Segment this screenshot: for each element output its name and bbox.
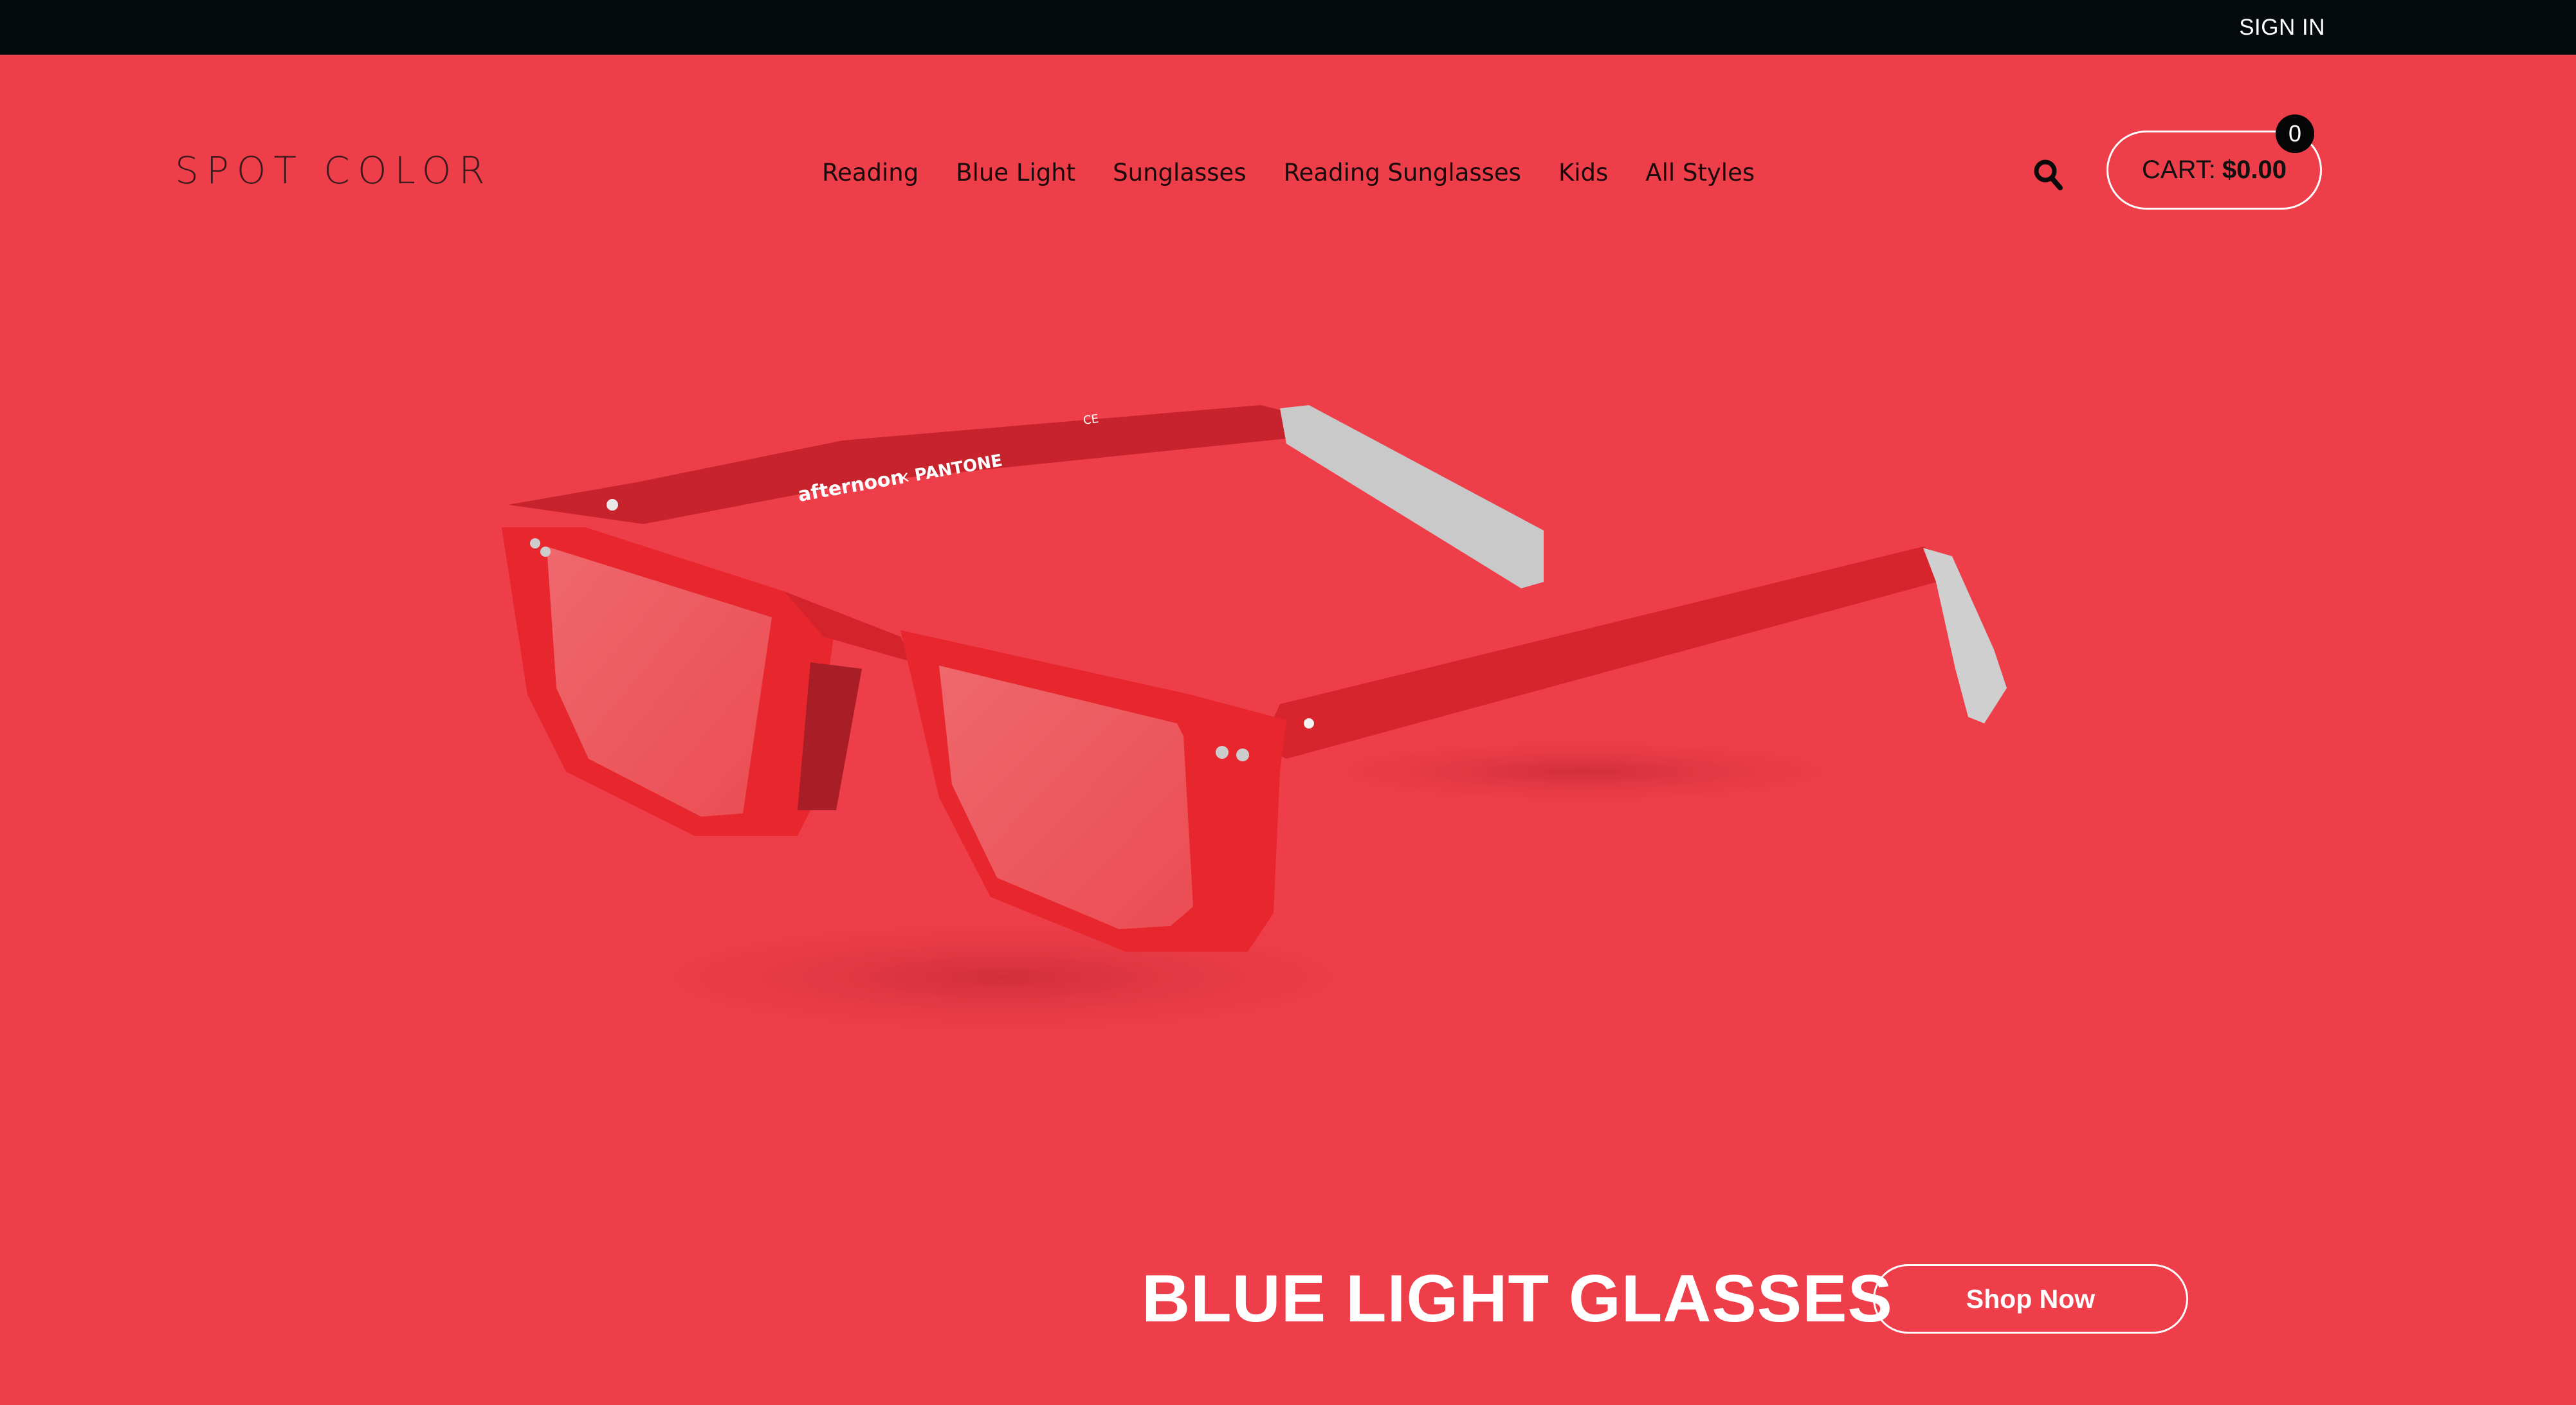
logo-text-end: LOR: [394, 149, 493, 192]
back-temple-tip: [1280, 405, 1544, 588]
nav-item-blue-light[interactable]: Blue Light: [956, 159, 1075, 186]
sign-in-link[interactable]: SIGN IN: [2239, 0, 2325, 55]
floor-shadow-temple: [1248, 733, 1917, 810]
hinge-stud: [607, 499, 618, 511]
logo-text-start: SPOT C: [175, 149, 358, 192]
nav-item-sunglasses[interactable]: Sunglasses: [1113, 159, 1246, 186]
front-temple-tip: [1923, 548, 2007, 723]
hinge-stud: [1216, 746, 1229, 759]
nav-item-reading[interactable]: Reading: [822, 159, 918, 186]
main-nav: Reading Blue Light Sunglasses Reading Su…: [822, 153, 1755, 192]
floor-shadow: [540, 907, 1466, 1048]
cart-count-badge: 0: [2276, 114, 2314, 153]
cart-total: $0.00: [2222, 156, 2287, 184]
top-utility-bar: SIGN IN: [0, 0, 2576, 55]
hinge-stud: [530, 538, 540, 548]
temple-ce-mark: CE: [1082, 412, 1100, 428]
hero-product-image: afternoon × PANTONE CE: [502, 405, 2007, 1048]
front-temple-arm: [1261, 547, 1949, 759]
cart-label: CART:: [2142, 156, 2216, 184]
nav-item-all-styles[interactable]: All Styles: [1645, 159, 1755, 186]
hinge-stud: [1304, 718, 1314, 729]
hero-title: BLUE LIGHT GLASSES: [1142, 1262, 1893, 1336]
hinge-stud: [540, 547, 551, 557]
logo-text-o: O: [357, 149, 395, 192]
nav-item-kids[interactable]: Kids: [1558, 159, 1608, 186]
search-button[interactable]: [2032, 158, 2063, 192]
nav-item-reading-sunglasses[interactable]: Reading Sunglasses: [1284, 159, 1521, 186]
shop-now-button[interactable]: Shop Now: [1873, 1264, 2188, 1334]
site-logo[interactable]: SPOT C O LOR: [175, 148, 493, 193]
search-icon: [2034, 159, 2063, 190]
back-temple-arm: [508, 405, 1299, 524]
hinge-stud: [1236, 748, 1249, 761]
